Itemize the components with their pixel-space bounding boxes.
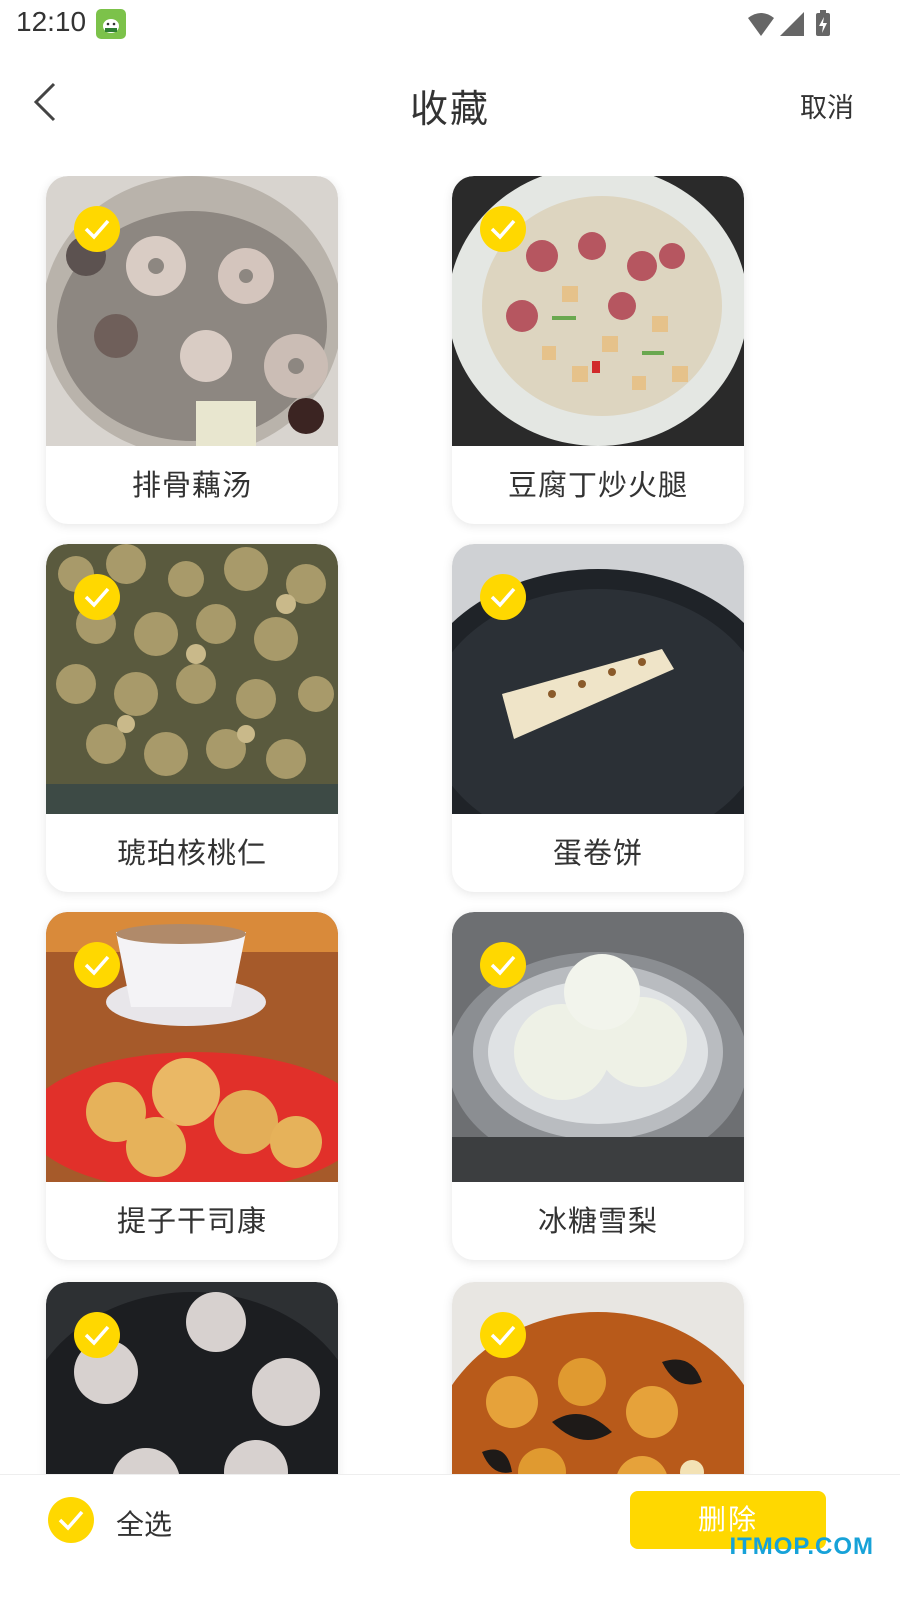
selected-check-icon[interactable] [480,942,526,988]
cancel-button[interactable]: 取消 [800,86,854,125]
select-all-label[interactable]: 全选 [116,1503,172,1543]
app-notification-icon [96,9,126,39]
status-time: 12:10 [16,6,87,37]
bottom-action-bar: 全选 删除 ITMOP.COM [0,1474,900,1600]
favorites-grid: 排骨藕汤 豆腐丁炒火腿 琥珀核桃仁 蛋卷饼 提子干司康 冰糖雪梨 [0,176,900,1474]
selected-check-icon[interactable] [74,206,120,252]
page-title: 收藏 [409,87,490,131]
system-status-icons [746,10,842,42]
cell-signal-icon [780,12,804,36]
recipe-name: 提子干司康 [116,1204,267,1238]
recipe-name: 排骨藕汤 [131,468,252,502]
favorite-card[interactable]: 蛋卷饼 [452,544,744,892]
favorite-card[interactable] [46,1282,338,1474]
status-bar: 12:10 [0,0,900,48]
favorite-card[interactable]: 提子干司康 [46,912,338,1260]
recipe-name: 豆腐丁炒火腿 [507,468,688,502]
favorite-card[interactable]: 琥珀核桃仁 [46,544,338,892]
selected-check-icon[interactable] [74,574,120,620]
favorite-card[interactable] [452,1282,744,1474]
select-all-check-icon[interactable] [48,1497,94,1543]
selected-check-icon[interactable] [74,942,120,988]
recipe-photo [46,1282,338,1474]
wifi-icon [748,13,774,36]
battery-charging-icon [816,10,830,36]
recipe-name: 冰糖雪梨 [537,1204,658,1238]
selected-check-icon[interactable] [480,574,526,620]
selected-check-icon[interactable] [480,1312,526,1358]
favorite-card[interactable]: 冰糖雪梨 [452,912,744,1260]
watermark: ITMOP.COM [729,1533,874,1560]
recipe-photo [452,1282,744,1474]
recipe-name: 蛋卷饼 [552,836,643,870]
favorite-card[interactable]: 排骨藕汤 [46,176,338,524]
nav-bar: 收藏 取消 [0,60,900,144]
selected-check-icon[interactable] [480,206,526,252]
selected-check-icon[interactable] [74,1312,120,1358]
recipe-name: 琥珀核桃仁 [116,836,267,870]
favorite-card[interactable]: 豆腐丁炒火腿 [452,176,744,524]
